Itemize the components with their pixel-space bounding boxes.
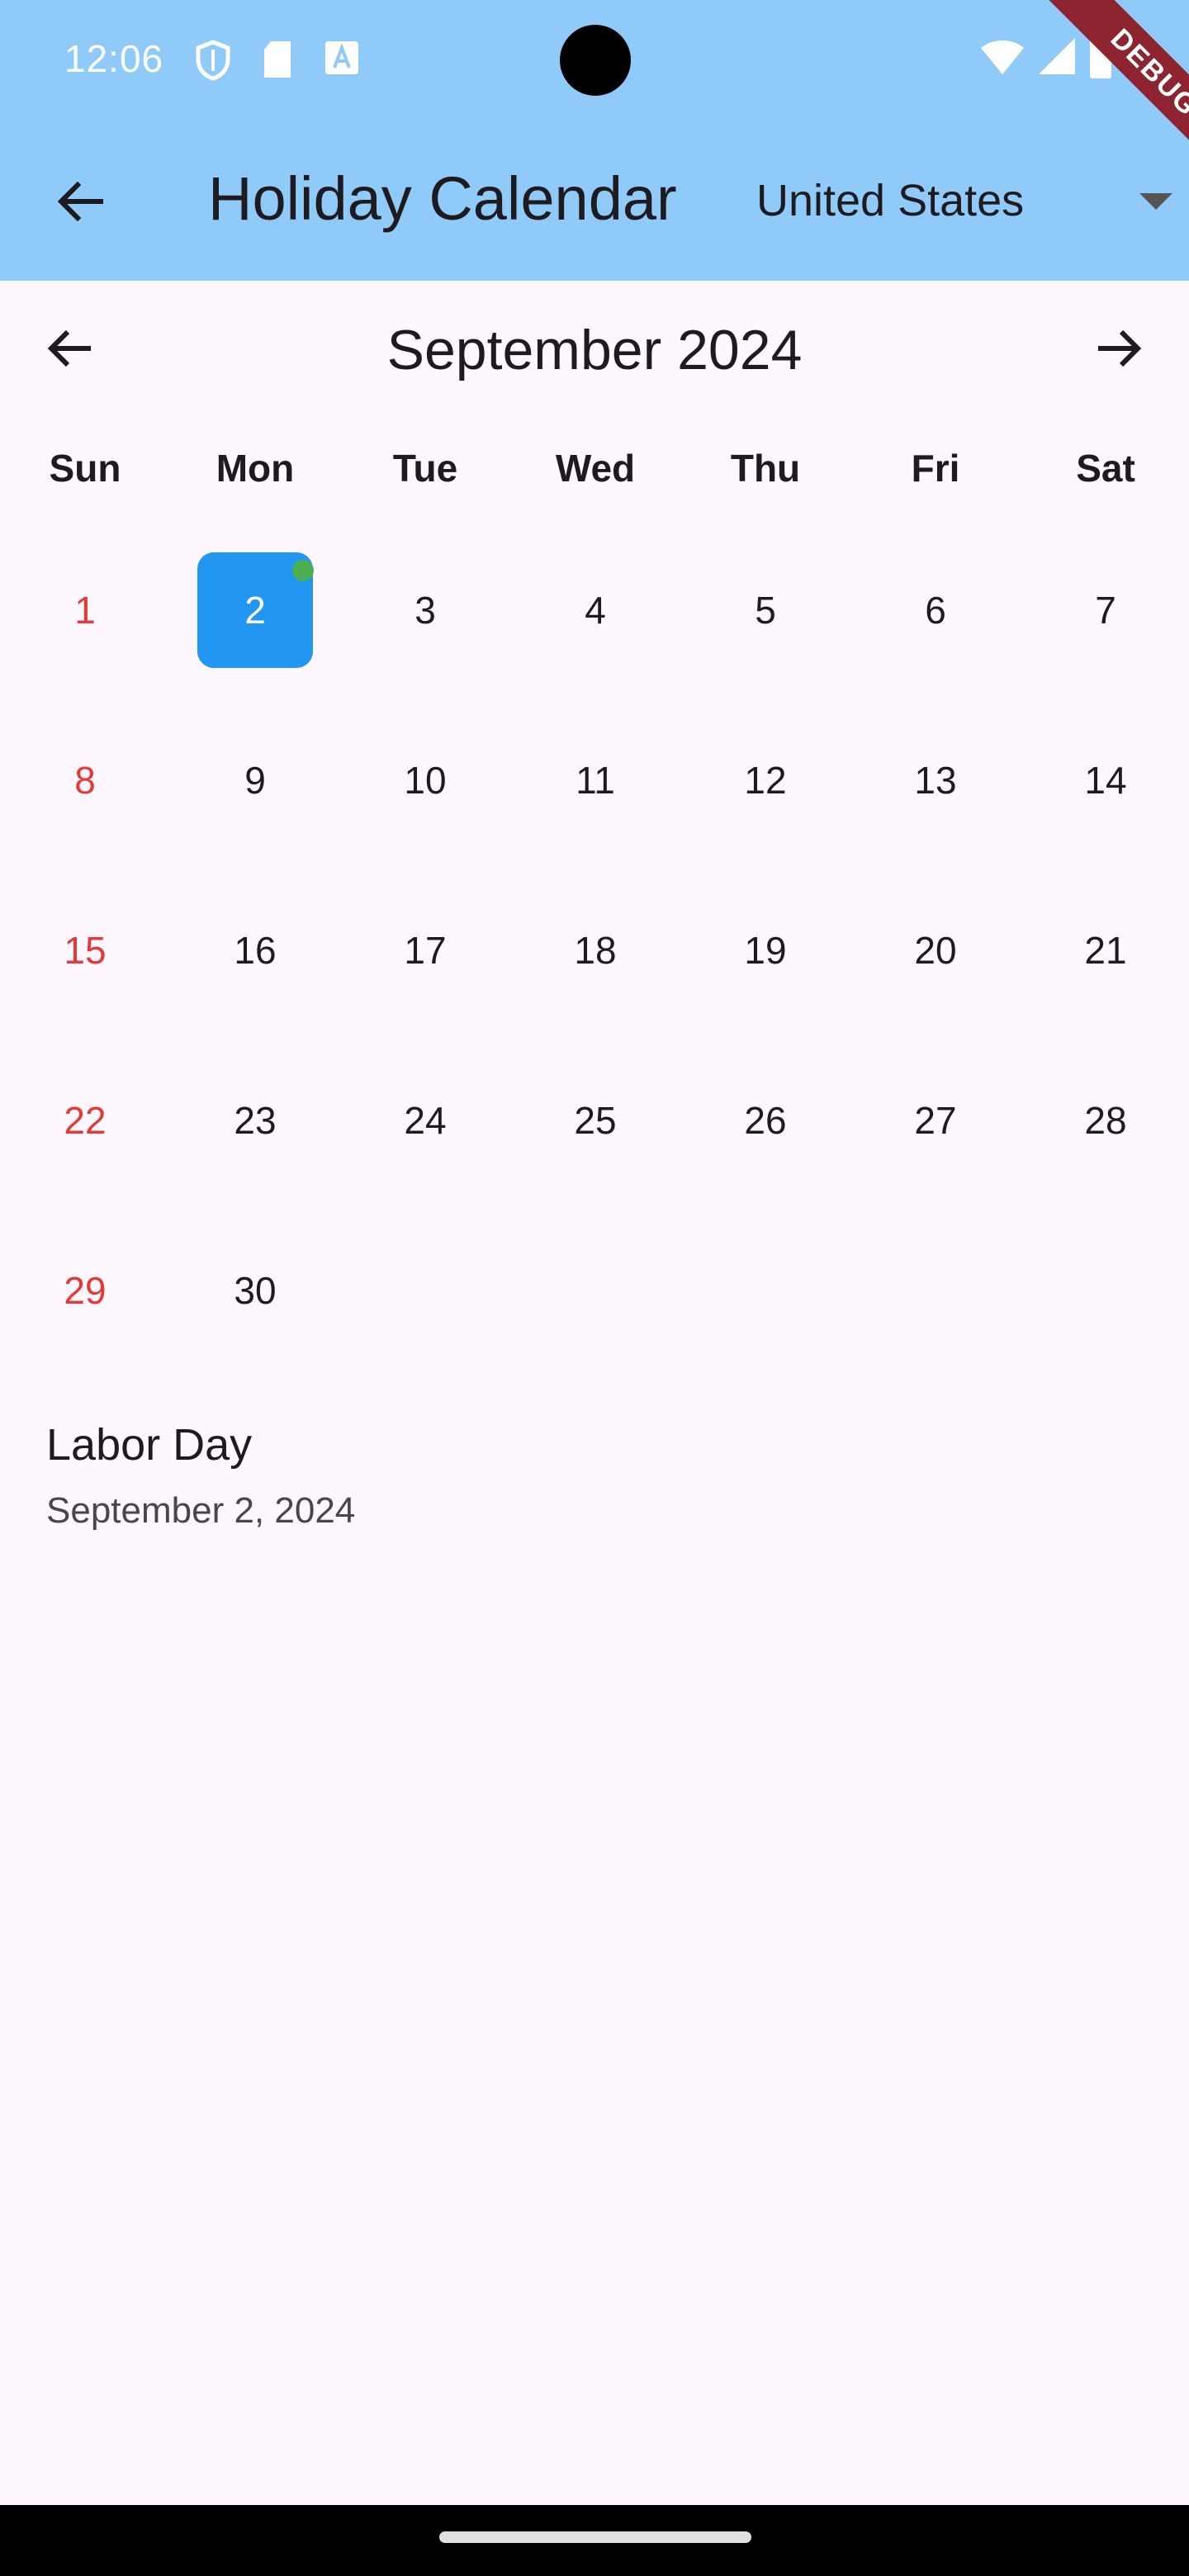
- day-number: 9: [244, 759, 266, 802]
- day-number: 30: [234, 1269, 277, 1312]
- holiday-marker-dot: [292, 560, 314, 581]
- weekday-label: Fri: [911, 447, 960, 490]
- calendar-day[interactable]: 3: [340, 525, 510, 695]
- calendar-day[interactable]: 5: [680, 525, 850, 695]
- weekday-header: Sun Mon Tue Wed Thu Fri Sat: [0, 446, 1189, 499]
- weekday-label: Mon: [216, 447, 295, 490]
- day-number: 17: [404, 929, 447, 972]
- day-number: 1: [74, 589, 96, 632]
- calendar-day[interactable]: 24: [340, 1035, 510, 1205]
- arrow-forward-icon: [1093, 322, 1146, 379]
- day-number: 10: [404, 759, 447, 802]
- calendar-day[interactable]: 10: [340, 695, 510, 865]
- dropdown-arrow-icon: [1139, 193, 1172, 210]
- calendar-day[interactable]: 26: [680, 1035, 850, 1205]
- day-number: 20: [914, 929, 957, 972]
- calendar-day[interactable]: 7: [1021, 525, 1189, 695]
- day-number: 27: [914, 1099, 957, 1142]
- day-number: 18: [574, 929, 617, 972]
- calendar-day[interactable]: 13: [850, 695, 1021, 865]
- app-bar: 12:06 DEBUG Holiday Calendar United Stat…: [0, 0, 1189, 281]
- page-title: Holiday Calendar: [208, 164, 677, 233]
- weekday-label: Tue: [392, 447, 458, 490]
- day-number: 16: [234, 929, 277, 972]
- country-dropdown[interactable]: United States: [756, 165, 1189, 236]
- calendar-day[interactable]: 8: [0, 695, 170, 865]
- day-number: 11: [576, 759, 615, 802]
- calendar-day[interactable]: 14: [1021, 695, 1189, 865]
- weekday-label: Sat: [1076, 447, 1135, 490]
- cell-signal-icon: [1037, 36, 1077, 80]
- day-number: 15: [64, 929, 107, 972]
- back-button[interactable]: [40, 162, 122, 244]
- day-number: 29: [64, 1269, 107, 1312]
- day-number: 28: [1084, 1099, 1127, 1142]
- day-number: 25: [574, 1099, 617, 1142]
- country-dropdown-value: United States: [756, 176, 1025, 225]
- day-number: 23: [234, 1099, 277, 1142]
- calendar-day[interactable]: 4: [510, 525, 680, 695]
- calendar-day[interactable]: 11: [510, 695, 680, 865]
- sd-card-icon: [261, 40, 294, 83]
- calendar-day[interactable]: 15: [0, 865, 170, 1035]
- day-number: 12: [744, 759, 787, 802]
- day-number: 26: [744, 1099, 787, 1142]
- text-a-icon: [324, 40, 360, 80]
- day-number: 22: [64, 1099, 107, 1142]
- calendar-day[interactable]: 12: [680, 695, 850, 865]
- day-number: 6: [925, 589, 946, 632]
- month-title: September 2024: [386, 319, 803, 381]
- day-number: 3: [414, 589, 436, 632]
- calendar-day[interactable]: 22: [0, 1035, 170, 1205]
- weekday-label: Wed: [555, 447, 636, 490]
- holiday-date: September 2, 2024: [46, 1490, 356, 1531]
- weekday-label: Sun: [49, 447, 121, 490]
- calendar-day[interactable]: 17: [340, 865, 510, 1035]
- day-number: 8: [74, 759, 96, 802]
- calendar-day[interactable]: 27: [850, 1035, 1021, 1205]
- holiday-list-item[interactable]: Labor Day September 2, 2024: [46, 1415, 1144, 1536]
- calendar-day[interactable]: 21: [1021, 865, 1189, 1035]
- calendar-day[interactable]: 30: [170, 1205, 340, 1376]
- calendar-day[interactable]: 19: [680, 865, 850, 1035]
- calendar-day[interactable]: 20: [850, 865, 1021, 1035]
- weekday-label: Thu: [730, 447, 801, 490]
- day-number: 5: [755, 589, 776, 632]
- wifi-icon: [979, 38, 1026, 80]
- calendar-day[interactable]: 18: [510, 865, 680, 1035]
- shield-icon: [195, 40, 231, 85]
- home-indicator[interactable]: [439, 2531, 751, 2543]
- calendar-day[interactable]: 6: [850, 525, 1021, 695]
- calendar-day[interactable]: 1: [0, 525, 170, 695]
- calendar-day[interactable]: 23: [170, 1035, 340, 1205]
- day-number: 21: [1084, 929, 1127, 972]
- holiday-name: Labor Day: [46, 1420, 253, 1470]
- status-time: 12:06: [64, 37, 164, 80]
- calendar-day[interactable]: 29: [0, 1205, 170, 1376]
- day-number: 7: [1095, 589, 1116, 632]
- calendar-day[interactable]: 9: [170, 695, 340, 865]
- next-month-button[interactable]: [1078, 309, 1161, 391]
- camera-cutout: [560, 25, 631, 96]
- arrow-back-icon: [54, 175, 107, 232]
- day-number: 4: [585, 589, 606, 632]
- calendar-day[interactable]: 16: [170, 865, 340, 1035]
- calendar-day[interactable]: 28: [1021, 1035, 1189, 1205]
- day-number: 13: [914, 759, 957, 802]
- day-number: 14: [1084, 759, 1127, 802]
- day-number: 19: [744, 929, 787, 972]
- day-number: 2: [244, 589, 266, 632]
- day-number: 24: [404, 1099, 447, 1142]
- calendar-day[interactable]: 2: [170, 525, 340, 695]
- calendar-day[interactable]: 25: [510, 1035, 680, 1205]
